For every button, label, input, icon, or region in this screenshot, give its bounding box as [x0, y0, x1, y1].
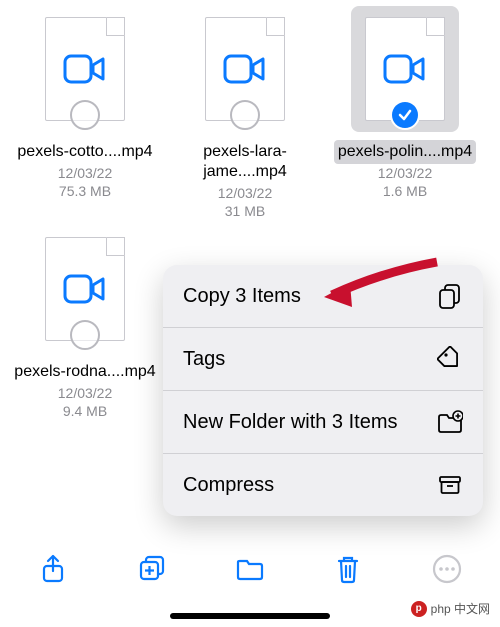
checkmark-icon: [397, 107, 413, 123]
menu-new-folder[interactable]: New Folder with 3 Items: [163, 391, 483, 454]
context-menu: Copy 3 Items Tags New Folder with 3 Item…: [163, 265, 483, 516]
home-indicator[interactable]: [170, 613, 330, 619]
file-item[interactable]: pexels-lara-jame....mp4 12/03/22 31 MB: [168, 4, 322, 220]
ellipsis-icon: [432, 554, 462, 584]
selection-circle-checked[interactable]: [390, 100, 420, 130]
more-button[interactable]: [432, 554, 462, 584]
selection-circle[interactable]: [70, 100, 100, 130]
file-size: 75.3 MB: [59, 182, 111, 200]
video-icon: [63, 52, 107, 86]
file-date: 12/03/22: [378, 164, 433, 182]
file-size: 31 MB: [225, 202, 265, 220]
file-date: 12/03/22: [58, 164, 113, 182]
file-size: 9.4 MB: [63, 402, 107, 420]
menu-compress[interactable]: Compress: [163, 454, 483, 516]
menu-copy[interactable]: Copy 3 Items: [163, 265, 483, 328]
selection-circle[interactable]: [70, 320, 100, 350]
file-item[interactable]: pexels-cotto....mp4 12/03/22 75.3 MB: [8, 4, 162, 220]
duplicate-button[interactable]: [137, 554, 167, 584]
delete-button[interactable]: [333, 554, 363, 584]
video-icon: [383, 52, 427, 86]
menu-label: Tags: [183, 347, 225, 371]
file-name: pexels-cotto....mp4: [13, 140, 156, 164]
php-logo-icon: p: [411, 601, 427, 617]
tag-icon: [437, 346, 463, 372]
file-item[interactable]: pexels-polin....mp4 12/03/22 1.6 MB: [328, 4, 482, 220]
video-icon: [63, 272, 107, 306]
selection-circle[interactable]: [230, 100, 260, 130]
folder-icon: [235, 556, 265, 582]
menu-label: Compress: [183, 473, 274, 497]
archive-icon: [437, 472, 463, 498]
file-name: pexels-lara-jame....mp4: [168, 140, 322, 184]
file-item[interactable]: pexels-rodna....mp4 12/03/22 9.4 MB: [8, 224, 162, 420]
folder-plus-icon: [437, 409, 463, 435]
file-date: 12/03/22: [218, 184, 273, 202]
watermark: p php 中文网: [411, 600, 490, 617]
file-thumbnail[interactable]: [351, 6, 459, 132]
file-name: pexels-polin....mp4: [334, 140, 476, 164]
duplicate-icon: [137, 554, 167, 584]
menu-label: Copy 3 Items: [183, 284, 301, 308]
video-icon: [223, 52, 267, 86]
trash-icon: [335, 554, 361, 584]
share-button[interactable]: [38, 554, 68, 584]
move-button[interactable]: [235, 554, 265, 584]
watermark-text: php 中文网: [431, 600, 490, 617]
copy-icon: [437, 283, 463, 309]
share-icon: [39, 554, 67, 584]
file-date: 12/03/22: [58, 384, 113, 402]
menu-label: New Folder with 3 Items: [183, 410, 398, 434]
file-thumbnail[interactable]: [31, 226, 139, 352]
menu-tags[interactable]: Tags: [163, 328, 483, 391]
file-thumbnail[interactable]: [191, 6, 299, 132]
file-size: 1.6 MB: [383, 182, 427, 200]
file-name: pexels-rodna....mp4: [10, 360, 159, 384]
toolbar: [0, 543, 500, 595]
file-thumbnail[interactable]: [31, 6, 139, 132]
